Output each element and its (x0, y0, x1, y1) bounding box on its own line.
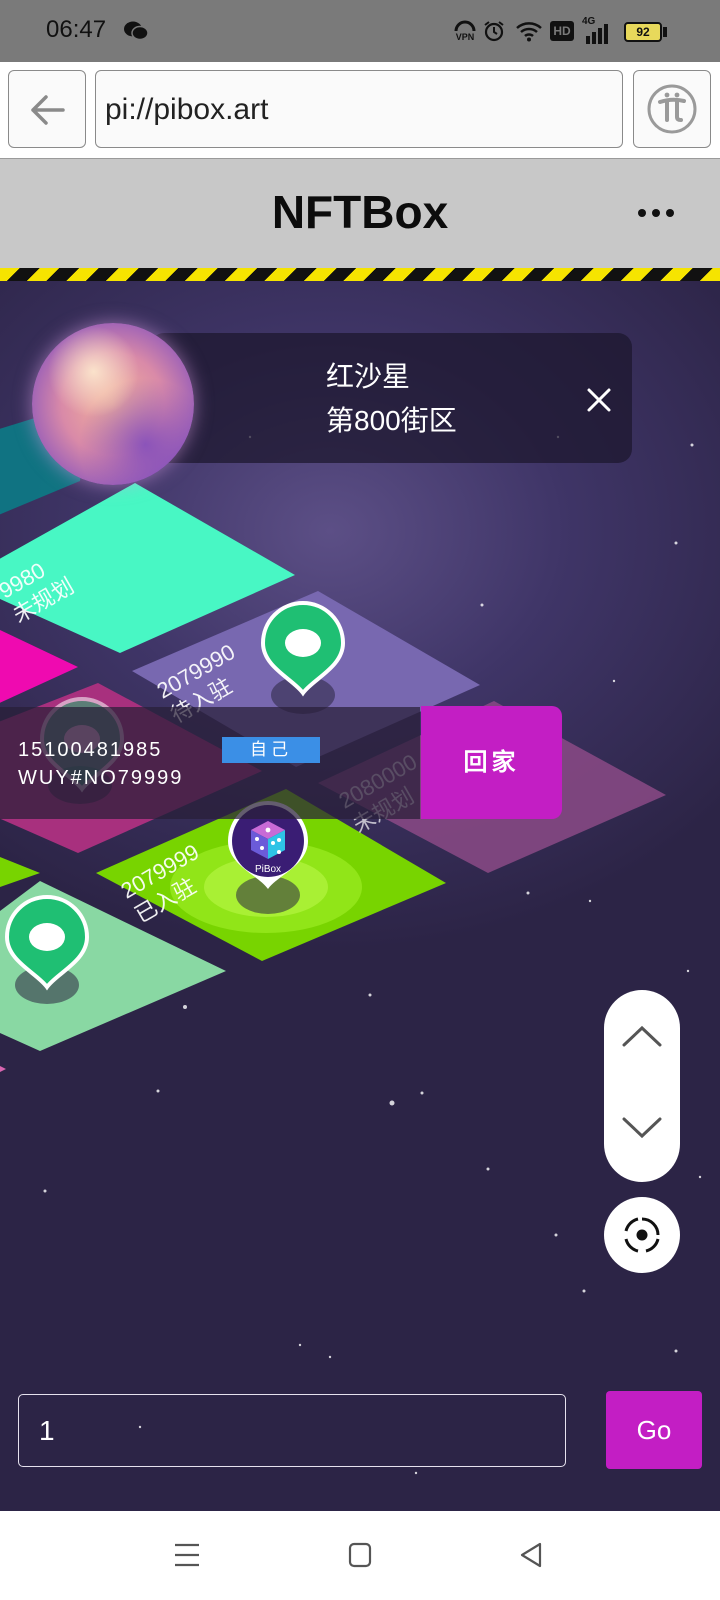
locate-button[interactable] (604, 1197, 680, 1273)
planet-image (32, 323, 194, 485)
menu-icon[interactable] (174, 1542, 200, 1568)
wechat-icon (122, 18, 150, 44)
chevron-down-icon (622, 1117, 662, 1139)
home-square-icon[interactable] (348, 1542, 372, 1568)
zoom-control (604, 990, 680, 1182)
alarm-icon (482, 18, 506, 44)
go-button[interactable]: Go (606, 1391, 702, 1469)
chevron-up-icon (622, 1025, 662, 1047)
url-field[interactable]: pi://pibox.art (95, 70, 623, 148)
hd-icon: HD (550, 21, 574, 41)
signal-4g-icon: 4G (582, 16, 614, 44)
system-nav-bar (0, 1511, 720, 1600)
map-canvas[interactable]: PiBox 9980未规划 2079990待入驻 2080000未规划 2079… (0, 281, 720, 1511)
app-header: NFTBox (0, 158, 720, 268)
status-bar: 06:47 VPN HD 4G 92 (0, 0, 720, 62)
block-search-input[interactable]: 1 (18, 1394, 566, 1467)
back-button[interactable] (8, 70, 86, 148)
owner-self-badge: 自己 (222, 737, 320, 763)
svg-text:PiBox: PiBox (255, 864, 281, 875)
battery-icon: 92 (624, 22, 662, 42)
planet-info-card: 红沙星 第800街区 (150, 333, 632, 463)
zoom-in-button[interactable] (604, 990, 680, 1086)
more-dots-icon (638, 209, 674, 217)
owner-id: WUY#NO79999 (18, 767, 184, 789)
page-title: NFTBox (271, 186, 449, 238)
block-name: 第800街区 (326, 405, 457, 436)
zoom-out-button[interactable] (604, 1086, 680, 1182)
status-time: 06:47 (46, 16, 107, 43)
owner-panel: 15100481985 自己 WUY#NO79999 (0, 707, 420, 819)
back-triangle-icon[interactable] (518, 1541, 544, 1569)
close-button[interactable] (582, 383, 616, 417)
pi-logo-icon (647, 84, 697, 134)
pi-browser-button[interactable] (633, 70, 711, 148)
map-tile-sliver (0, 1066, 6, 1072)
more-menu-button[interactable] (636, 203, 676, 223)
owner-phone: 15100481985 (18, 739, 163, 761)
close-icon (587, 388, 611, 412)
planet-name: 红沙星 (326, 361, 411, 392)
wifi-icon (514, 18, 544, 44)
target-icon (624, 1217, 660, 1253)
hazard-stripe (0, 268, 720, 281)
browser-bar: pi://pibox.art (0, 62, 720, 158)
vpn-icon: VPN (452, 18, 478, 44)
home-button[interactable]: 回家 (421, 706, 562, 819)
arrow-left-icon (31, 95, 65, 125)
